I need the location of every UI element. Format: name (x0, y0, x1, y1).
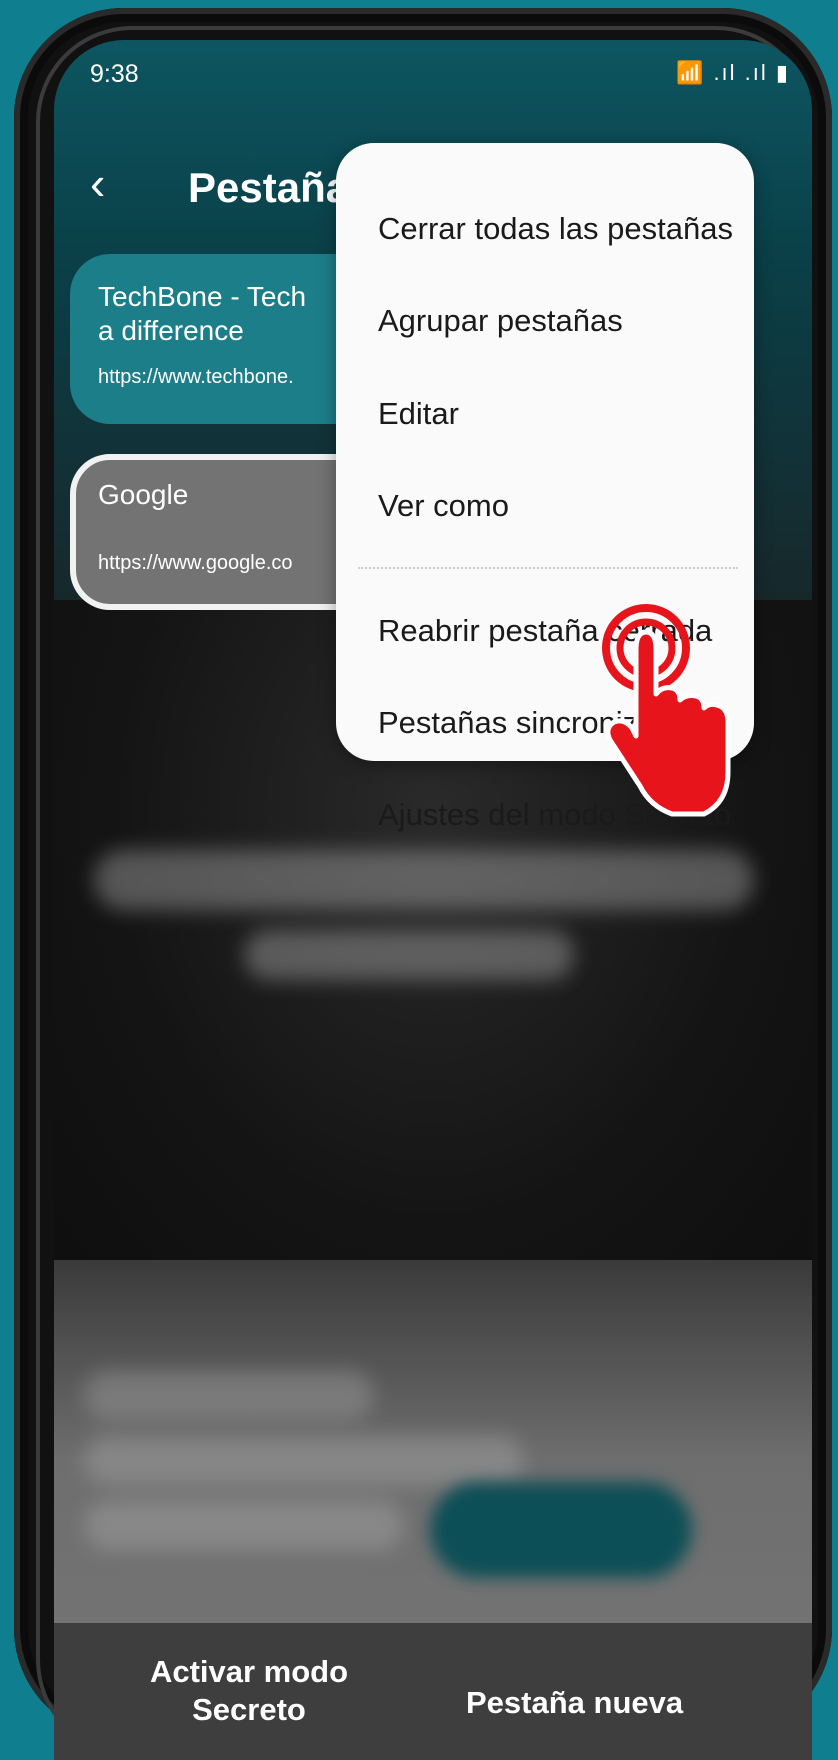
tab-url: https://www.google.co (98, 552, 293, 574)
blurred-button (430, 1482, 692, 1578)
blurred-text (84, 1435, 524, 1485)
bottom-bar: Activar modo Secreto Pestaña nueva (54, 1623, 812, 1760)
new-tab-button[interactable]: Pestaña nueva (466, 1685, 683, 1721)
blurred-text (94, 850, 754, 910)
tab-title-line2: a difference (98, 315, 244, 346)
chevron-left-icon[interactable]: ‹ (90, 156, 130, 216)
menu-item-group-tabs[interactable]: Agrupar pestañas (378, 303, 623, 339)
tab-url: https://www.techbone. (98, 366, 294, 388)
blurred-text (244, 930, 574, 980)
tab-title: Google (98, 479, 189, 510)
menu-item-edit[interactable]: Editar (378, 396, 459, 432)
menu-item-view-as[interactable]: Ver como (378, 488, 509, 524)
menu-item-close-all-tabs[interactable]: Cerrar todas las pestañas (378, 211, 733, 247)
screen: 9:38 📶 .ıl .ıl ▮ ‹ Pestañas TechBone - T… (54, 40, 812, 1760)
status-time: 9:38 (90, 60, 139, 88)
blurred-text (84, 1370, 374, 1420)
enable-secret-mode-button[interactable]: Activar modo Secreto (134, 1653, 364, 1729)
blurred-text (84, 1500, 404, 1550)
status-icons: 📶 .ıl .ıl ▮ (675, 60, 790, 85)
status-bar: 9:38 📶 .ıl .ıl ▮ (90, 54, 790, 94)
tab-title: TechBone - Tech (98, 281, 307, 312)
menu-divider (358, 567, 738, 569)
tap-hand-icon (602, 604, 731, 817)
